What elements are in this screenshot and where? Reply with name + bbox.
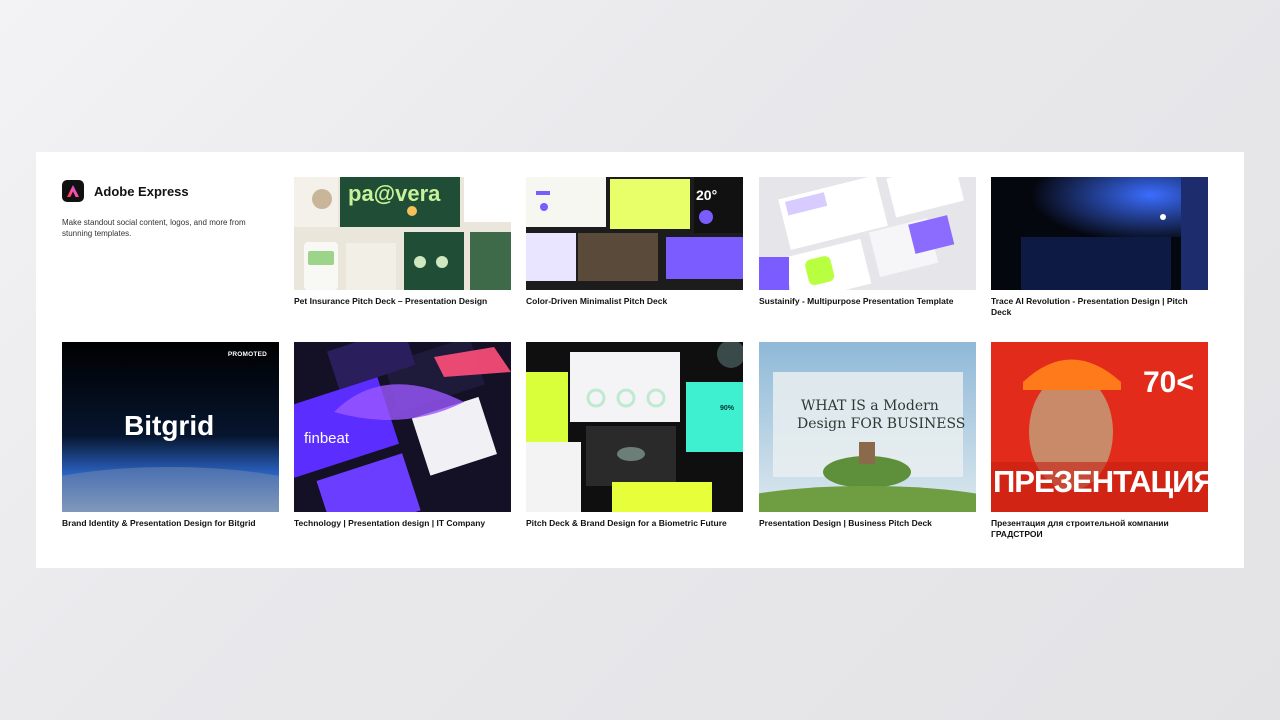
thumb-headline-2: Design FOR BUSINESS xyxy=(797,416,966,432)
thumb-stat: 20° xyxy=(696,187,718,203)
template-title[interactable]: Презентация для строительной компании ГР… xyxy=(991,518,1208,540)
template-title[interactable]: Technology | Presentation design | IT Co… xyxy=(294,518,511,529)
adobe-express-logo-icon[interactable] xyxy=(62,180,84,202)
template-title[interactable]: Color-Driven Minimalist Pitch Deck xyxy=(526,296,743,307)
template-thumbnail[interactable]: WHAT IS a Modern Design FOR BUSINESS xyxy=(759,342,976,512)
thumb-stat: 70< xyxy=(1143,366,1194,399)
template-thumbnail[interactable]: 20° xyxy=(526,177,743,290)
template-thumbnail[interactable]: finbeat xyxy=(294,342,511,512)
brand-block: Adobe Express Make standout social conte… xyxy=(62,180,272,239)
template-thumbnail[interactable]: 70< ПРЕЗЕНТАЦИЯ xyxy=(991,342,1208,512)
template-card-business-pitch[interactable]: WHAT IS a Modern Design FOR BUSINESS Pre… xyxy=(759,342,976,529)
template-card-pet-insurance[interactable]: pa@vera Pet Insurance Pitch Deck – Prese… xyxy=(294,177,511,307)
thumb-stat: 90% xyxy=(720,405,735,412)
brand-name[interactable]: Adobe Express xyxy=(94,184,189,199)
template-title[interactable]: Brand Identity & Presentation Design for… xyxy=(62,518,279,529)
template-thumbnail[interactable]: 90% xyxy=(526,342,743,512)
template-card-bitgrid[interactable]: PROMOTED Bitgrid Brand Identity & Presen… xyxy=(62,342,279,529)
template-title[interactable]: Pet Insurance Pitch Deck – Presentation … xyxy=(294,296,511,307)
template-card-biometric[interactable]: 90% Pitch Deck & Brand Design for a Biom… xyxy=(526,342,743,529)
template-title[interactable]: Pitch Deck & Brand Design for a Biometri… xyxy=(526,518,743,529)
thumb-headline: Bitgrid xyxy=(124,410,215,441)
brand-description: Make standout social content, logos, and… xyxy=(62,218,246,238)
template-title[interactable]: Trace AI Revolution - Presentation Desig… xyxy=(991,296,1208,318)
thumb-headline: WHAT IS a Modern xyxy=(801,398,939,414)
template-thumbnail[interactable]: pa@vera xyxy=(294,177,511,290)
template-card-trace-ai[interactable]: Trace AI Revolution - Presentation Desig… xyxy=(991,177,1208,318)
template-card-sustainify[interactable]: Sustainify - Multipurpose Presentation T… xyxy=(759,177,976,307)
thumb-headline: pa@vera xyxy=(348,181,441,206)
promoted-badge: PROMOTED xyxy=(227,351,267,358)
template-thumbnail[interactable] xyxy=(759,177,976,290)
template-title[interactable]: Sustainify - Multipurpose Presentation T… xyxy=(759,296,976,307)
thumb-headline: finbeat xyxy=(304,430,350,447)
template-thumbnail[interactable] xyxy=(991,177,1208,290)
template-card-color-driven[interactable]: 20° Color-Driven Minimalist Pitch Deck xyxy=(526,177,743,307)
thumb-headline: ПРЕЗЕНТАЦИЯ xyxy=(993,464,1208,499)
template-thumbnail[interactable]: PROMOTED Bitgrid xyxy=(62,342,279,512)
template-card-finbeat[interactable]: finbeat Technology | Presentation design… xyxy=(294,342,511,529)
template-title[interactable]: Presentation Design | Business Pitch Dec… xyxy=(759,518,976,529)
template-card-gradstroi[interactable]: 70< ПРЕЗЕНТАЦИЯ Презентация для строител… xyxy=(991,342,1208,540)
